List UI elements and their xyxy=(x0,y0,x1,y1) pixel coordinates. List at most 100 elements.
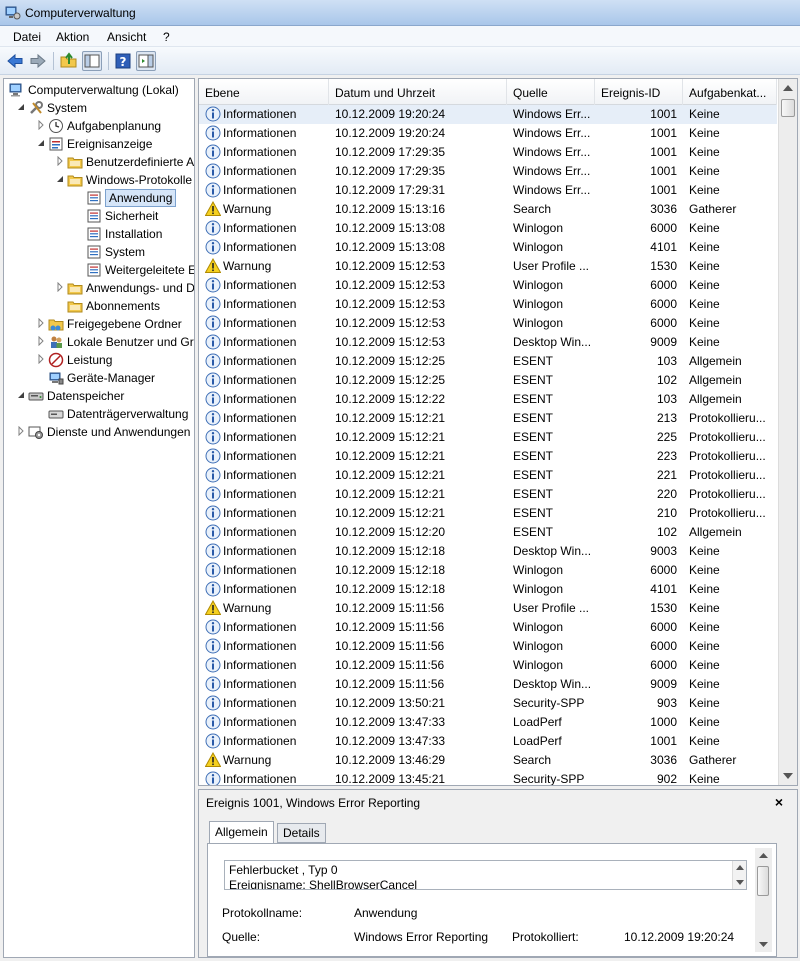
table-row[interactable]: Warnung 10.12.2009 15:13:16 Search 3036 Gath… xyxy=(199,200,777,219)
close-icon[interactable]: × xyxy=(775,794,783,810)
event-description-box[interactable]: Fehlerbucket , Typ 0 Ereignisname: Shell… xyxy=(224,860,747,890)
tree-item[interactable]: Lokale Benutzer und Gruppen xyxy=(4,333,194,351)
column-header-ereignis-id[interactable]: Ereignis-ID xyxy=(595,79,683,105)
table-row[interactable]: Informationen 10.12.2009 15:12:53 Winlogon… xyxy=(199,295,777,314)
table-row[interactable]: Informationen 10.12.2009 19:20:24 Windows … xyxy=(199,124,777,143)
table-row[interactable]: Informationen 10.12.2009 15:11:56 Winlogon… xyxy=(199,618,777,637)
table-row[interactable]: Informationen 10.12.2009 15:12:18 Winlogon… xyxy=(199,580,777,599)
console-tree[interactable]: Computerverwaltung (Lokal) System Aufgaben… xyxy=(3,78,195,958)
table-row[interactable]: Informationen 10.12.2009 13:47:33 LoadPerf… xyxy=(199,713,777,732)
menu-help[interactable]: ? xyxy=(161,30,172,44)
info-icon xyxy=(205,125,221,141)
detail-scroll-thumb[interactable] xyxy=(757,866,769,896)
up-one-level-button[interactable] xyxy=(59,51,79,71)
tree-item[interactable]: Abonnements xyxy=(4,297,194,315)
tree-item[interactable]: Windows-Protokolle xyxy=(4,171,194,189)
table-row[interactable]: Informationen 10.12.2009 15:12:22 ESENT 103… xyxy=(199,390,777,409)
table-row[interactable]: Informationen 10.12.2009 13:50:21 Security… xyxy=(199,694,777,713)
column-header-aufgabenkategorie[interactable]: Aufgabenkat... xyxy=(683,79,777,105)
table-row[interactable]: Informationen 10.12.2009 15:12:21 ESENT 223… xyxy=(199,447,777,466)
table-row[interactable]: Informationen 10.12.2009 15:12:53 Winlogon… xyxy=(199,314,777,333)
table-row[interactable]: Informationen 10.12.2009 15:12:21 ESENT 225… xyxy=(199,428,777,447)
scroll-up-arrow[interactable] xyxy=(783,85,793,91)
table-row[interactable]: Informationen 10.12.2009 15:12:18 Desktop … xyxy=(199,542,777,561)
column-header-ebene[interactable]: Ebene xyxy=(199,79,329,105)
table-row[interactable]: Informationen 10.12.2009 15:11:56 Winlogon… xyxy=(199,656,777,675)
description-scrollbar[interactable] xyxy=(732,861,746,889)
table-row[interactable]: Informationen 10.12.2009 15:11:56 Desktop … xyxy=(199,675,777,694)
table-row[interactable]: Informationen 10.12.2009 15:12:53 Desktop … xyxy=(199,333,777,352)
detail-title: Ereignis 1001, Windows Error Reporting xyxy=(206,796,421,810)
table-row[interactable]: Informationen 10.12.2009 15:12:21 ESENT 221… xyxy=(199,466,777,485)
forward-button[interactable] xyxy=(28,51,48,71)
tree-item[interactable]: Computerverwaltung (Lokal) xyxy=(4,81,194,99)
table-row[interactable]: Informationen 10.12.2009 15:12:53 Winlogon… xyxy=(199,276,777,295)
tree-item[interactable]: Geräte-Manager xyxy=(4,369,194,387)
table-row[interactable]: Informationen 10.12.2009 17:29:31 Windows … xyxy=(199,181,777,200)
cell-quelle: Security-SPP xyxy=(513,696,585,710)
collapsed-triangle-icon[interactable] xyxy=(36,336,46,346)
table-row[interactable]: Informationen 10.12.2009 15:12:20 ESENT 102… xyxy=(199,523,777,542)
table-row[interactable]: Informationen 10.12.2009 17:29:35 Windows … xyxy=(199,143,777,162)
tree-item[interactable]: Freigegebene Ordner xyxy=(4,315,194,333)
expanded-triangle-icon[interactable] xyxy=(55,174,65,184)
table-row[interactable]: Informationen 10.12.2009 13:45:21 Security… xyxy=(199,770,777,785)
collapsed-triangle-icon[interactable] xyxy=(36,120,46,130)
info-icon xyxy=(205,581,221,597)
table-row[interactable]: Informationen 10.12.2009 15:13:08 Winlogon… xyxy=(199,238,777,257)
column-header-quelle[interactable]: Quelle xyxy=(507,79,595,105)
table-row[interactable]: Informationen 10.12.2009 15:12:21 ESENT 210… xyxy=(199,504,777,523)
tree-item[interactable]: Sicherheit xyxy=(4,207,194,225)
tree-item[interactable]: Leistung xyxy=(4,351,194,369)
table-row[interactable]: Informationen 10.12.2009 15:12:21 ESENT 220… xyxy=(199,485,777,504)
tab-allgemein[interactable]: Allgemein xyxy=(209,821,274,844)
up-folder-icon xyxy=(60,52,77,68)
tree-item[interactable]: Weitergeleitete Ereignisse xyxy=(4,261,194,279)
tree-item[interactable]: Ereignisanzeige xyxy=(4,135,194,153)
table-row[interactable]: Informationen 10.12.2009 15:13:08 Winlogon… xyxy=(199,219,777,238)
table-row[interactable]: Informationen 10.12.2009 15:11:56 Winlogon… xyxy=(199,637,777,656)
tree-item[interactable]: Anwendungs- und Dienstprotokolle xyxy=(4,279,194,297)
scroll-thumb[interactable] xyxy=(781,99,795,117)
tree-item[interactable]: System xyxy=(4,243,194,261)
menu-aktion[interactable]: Aktion xyxy=(54,30,91,44)
menu-datei[interactable]: Datei xyxy=(11,30,43,44)
tree-item[interactable]: Datenspeicher xyxy=(4,387,194,405)
tree-item[interactable]: Dienste und Anwendungen xyxy=(4,423,194,441)
show-hide-console-tree-button[interactable] xyxy=(82,51,102,71)
table-row[interactable]: Warnung 10.12.2009 13:46:29 Search 3036 Gath… xyxy=(199,751,777,770)
back-button[interactable] xyxy=(5,51,25,71)
expanded-triangle-icon[interactable] xyxy=(16,102,26,112)
column-header-datum[interactable]: Datum und Uhrzeit xyxy=(329,79,507,105)
tree-item[interactable]: Installation xyxy=(4,225,194,243)
expanded-triangle-icon[interactable] xyxy=(16,390,26,400)
tree-item[interactable]: System xyxy=(4,99,194,117)
menu-ansicht[interactable]: Ansicht xyxy=(105,30,148,44)
table-row[interactable]: Informationen 10.12.2009 15:12:25 ESENT 103… xyxy=(199,352,777,371)
table-row[interactable]: Warnung 10.12.2009 15:11:56 User Profile .… xyxy=(199,599,777,618)
table-row[interactable]: Informationen 10.12.2009 13:47:33 LoadPerf… xyxy=(199,732,777,751)
event-list[interactable]: Ebene Datum und Uhrzeit Quelle Ereignis-… xyxy=(198,78,798,786)
collapsed-triangle-icon[interactable] xyxy=(16,426,26,436)
collapsed-triangle-icon[interactable] xyxy=(36,354,46,364)
table-row[interactable]: Warnung 10.12.2009 15:12:53 User Profile .… xyxy=(199,257,777,276)
tree-item[interactable]: Aufgabenplanung xyxy=(4,117,194,135)
scroll-down-arrow[interactable] xyxy=(783,773,793,779)
tree-item[interactable]: Anwendung xyxy=(4,189,194,207)
expanded-triangle-icon[interactable] xyxy=(36,138,46,148)
tab-details[interactable]: Details xyxy=(277,823,326,843)
collapsed-triangle-icon[interactable] xyxy=(55,156,65,166)
table-row[interactable]: Informationen 10.12.2009 15:12:18 Winlogon… xyxy=(199,561,777,580)
event-list-scrollbar[interactable] xyxy=(778,79,797,785)
detail-panel-scrollbar[interactable] xyxy=(755,848,772,952)
collapsed-triangle-icon[interactable] xyxy=(36,318,46,328)
table-row[interactable]: Informationen 10.12.2009 15:12:21 ESENT 213… xyxy=(199,409,777,428)
table-row[interactable]: Informationen 10.12.2009 19:20:24 Windows … xyxy=(199,105,777,124)
tree-item[interactable]: Datenträgerverwaltung xyxy=(4,405,194,423)
help-button[interactable]: ? xyxy=(113,51,133,71)
table-row[interactable]: Informationen 10.12.2009 17:29:35 Windows … xyxy=(199,162,777,181)
tree-item[interactable]: Benutzerdefinierte Ansichten xyxy=(4,153,194,171)
collapsed-triangle-icon[interactable] xyxy=(55,282,65,292)
show-hide-action-pane-button[interactable] xyxy=(136,51,156,71)
table-row[interactable]: Informationen 10.12.2009 15:12:25 ESENT 102… xyxy=(199,371,777,390)
